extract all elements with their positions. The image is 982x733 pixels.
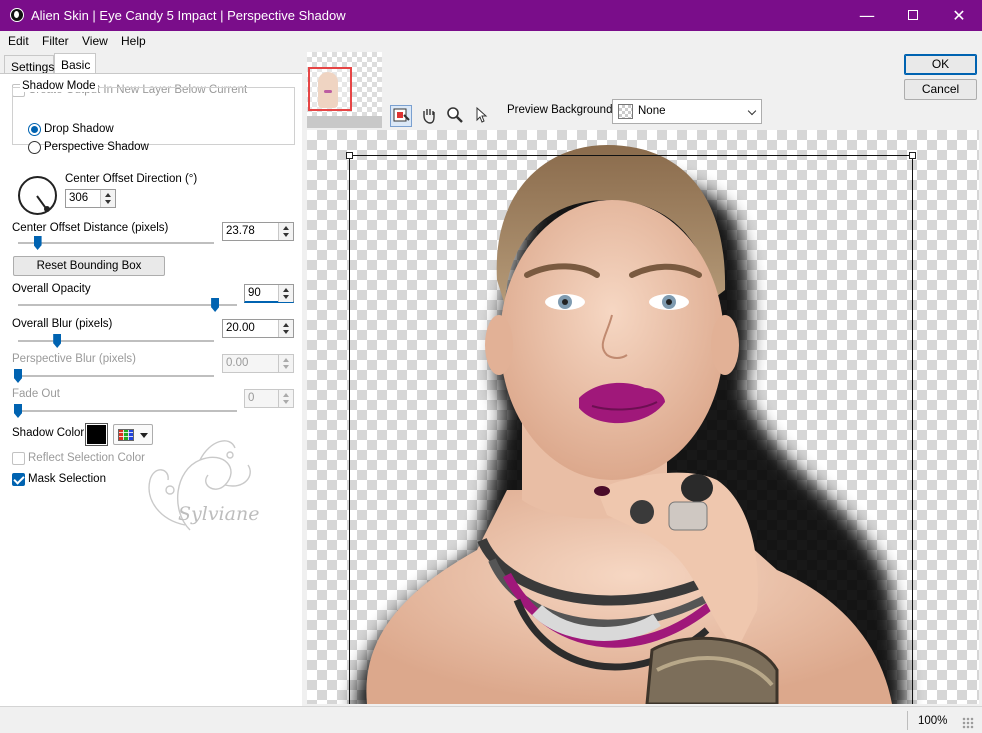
watermark-text: Sylviane xyxy=(178,503,259,525)
zoom-level: 100% xyxy=(918,715,948,727)
overall-blur-track[interactable] xyxy=(18,340,214,342)
preview-background-value: None xyxy=(638,105,666,117)
perspective-shadow-radio[interactable] xyxy=(28,141,41,154)
shadow-mode-title: Shadow Mode xyxy=(20,80,98,92)
preview-background-dropdown[interactable]: None xyxy=(612,99,762,124)
center-offset-distance-track[interactable] xyxy=(18,242,214,244)
fade-out-value: 0 xyxy=(248,392,255,404)
resize-grip-icon[interactable] xyxy=(962,717,974,729)
menu-edit[interactable]: Edit xyxy=(8,34,29,48)
bbox-handle-top-right[interactable] xyxy=(909,152,916,159)
menu-filter[interactable]: Filter xyxy=(42,34,69,48)
center-offset-distance-value[interactable]: 23.78 xyxy=(226,225,255,237)
arrow-icon xyxy=(476,106,488,123)
cancel-button[interactable]: Cancel xyxy=(904,79,977,100)
bbox-handle-top-left[interactable] xyxy=(346,152,353,159)
navigator-tool-button[interactable] xyxy=(390,105,412,127)
perspective-blur-label: Perspective Blur (pixels) xyxy=(12,353,136,365)
preview-canvas[interactable] xyxy=(307,130,979,704)
maximize-button[interactable] xyxy=(890,0,936,31)
spinner-arrows[interactable] xyxy=(278,285,293,302)
spinner-arrows xyxy=(278,390,293,407)
overall-opacity-label: Overall Opacity xyxy=(12,283,91,295)
arrow-tool-button[interactable] xyxy=(470,105,492,127)
overall-opacity-value[interactable]: 90 xyxy=(248,287,261,299)
transparency-icon xyxy=(618,104,633,119)
center-offset-direction-value[interactable]: 306 xyxy=(69,192,88,204)
mask-selection-checkbox[interactable] xyxy=(12,473,25,486)
overall-opacity-spinner[interactable]: 90 xyxy=(244,284,294,303)
shadow-mode-group xyxy=(12,87,295,145)
reflect-selection-checkbox[interactable] xyxy=(12,452,25,465)
menu-bar: Edit Filter View Help xyxy=(0,31,982,51)
overall-opacity-track[interactable] xyxy=(18,304,237,306)
fade-out-spinner: 0 xyxy=(244,389,294,408)
maximize-icon xyxy=(908,10,918,20)
menu-help[interactable]: Help xyxy=(121,34,146,48)
spinner-arrows xyxy=(278,355,293,372)
app-icon xyxy=(10,8,24,22)
perspective-blur-track xyxy=(18,375,214,377)
mask-selection-label: Mask Selection xyxy=(28,473,106,485)
spinner-arrows[interactable] xyxy=(278,320,293,337)
sylviane-watermark: Sylviane xyxy=(148,440,259,531)
chevron-down-icon xyxy=(747,106,757,116)
spinner-arrows[interactable] xyxy=(100,190,115,207)
bounding-box[interactable] xyxy=(349,155,913,704)
drop-shadow-label: Drop Shadow xyxy=(44,123,114,135)
center-offset-distance-label: Center Offset Distance (pixels) xyxy=(12,222,169,234)
navigator-icon xyxy=(393,108,410,122)
window-title: Alien Skin | Eye Candy 5 Impact | Perspe… xyxy=(31,8,346,23)
fade-out-label: Fade Out xyxy=(12,388,60,400)
center-offset-direction-spinner[interactable]: 306 xyxy=(65,189,116,208)
close-button[interactable]: ✕ xyxy=(936,0,982,31)
zoom-tool-button[interactable] xyxy=(444,105,466,127)
ok-button[interactable]: OK xyxy=(904,54,977,75)
center-offset-distance-spinner[interactable]: 23.78 xyxy=(222,222,294,241)
shadow-color-label: Shadow Color xyxy=(12,427,85,439)
reset-bounding-box-button[interactable]: Reset Bounding Box xyxy=(13,256,165,276)
overall-blur-label: Overall Blur (pixels) xyxy=(12,318,113,330)
preview-background-label: Preview Background: xyxy=(507,104,616,116)
status-separator xyxy=(907,711,908,730)
tab-basic[interactable]: Basic xyxy=(54,53,96,74)
tab-settings[interactable]: Settings xyxy=(4,55,54,74)
title-bar: Alien Skin | Eye Candy 5 Impact | Perspe… xyxy=(0,0,982,31)
direction-dial-knob[interactable] xyxy=(44,206,50,212)
status-bar: 100% xyxy=(0,706,982,733)
center-offset-direction-label: Center Offset Direction (°) xyxy=(65,173,198,185)
fade-out-track xyxy=(18,410,237,412)
hand-icon xyxy=(423,109,435,124)
zoom-icon xyxy=(447,107,463,123)
perspective-blur-spinner: 0.00 xyxy=(222,354,294,373)
overall-blur-spinner[interactable]: 20.00 xyxy=(222,319,294,338)
spinner-arrows[interactable] xyxy=(278,223,293,240)
navigator-viewport-frame[interactable] xyxy=(308,67,352,111)
reflect-selection-label: Reflect Selection Color xyxy=(28,452,145,464)
drop-shadow-radio[interactable] xyxy=(28,123,41,136)
overall-blur-value[interactable]: 20.00 xyxy=(226,322,255,334)
shadow-color-swatch[interactable] xyxy=(85,423,108,446)
minimize-button[interactable]: — xyxy=(844,0,890,31)
menu-view[interactable]: View xyxy=(82,34,108,48)
hand-tool-button[interactable] xyxy=(418,105,440,127)
perspective-shadow-label: Perspective Shadow xyxy=(44,141,149,153)
perspective-blur-value: 0.00 xyxy=(226,357,249,369)
